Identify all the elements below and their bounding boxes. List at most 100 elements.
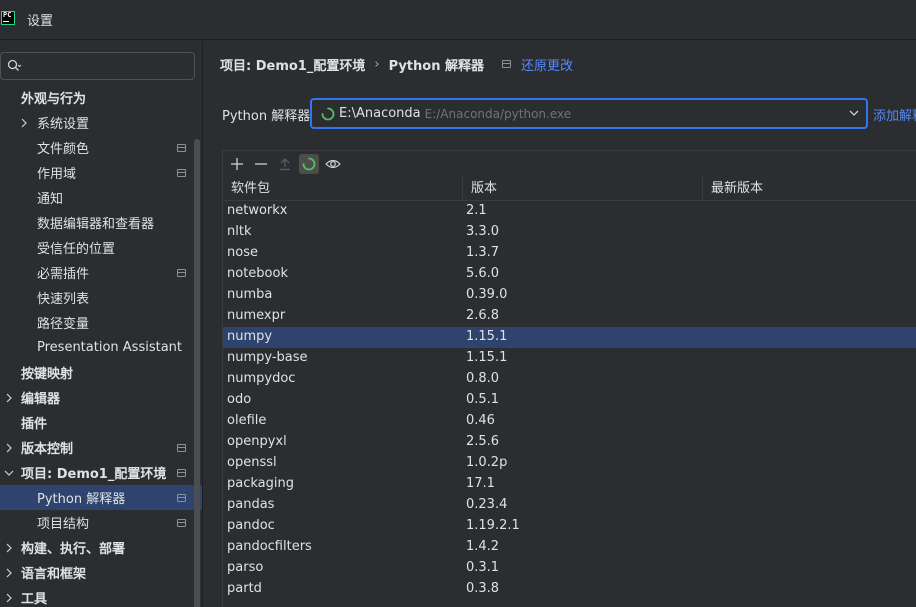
sidebar-item[interactable]: 版本控制 [0,435,202,460]
table-row[interactable]: nltk 3.3.0 [223,222,916,243]
sidebar-item[interactable]: 作用域 [0,160,202,185]
chevron-right-icon[interactable] [4,443,14,453]
sidebar-item[interactable]: 按键映射 [0,360,202,385]
sidebar-item[interactable]: 构建、执行、部署 [0,535,202,560]
package-name: openpyxl [227,434,287,449]
packages-toolbar [223,151,916,176]
plus-icon [231,157,243,170]
sidebar-item[interactable]: 项目: Demo1_配置环境 [0,460,202,485]
table-row[interactable]: pandocfilters 1.4.2 [223,537,916,558]
package-version: 0.23.4 [466,497,508,512]
project-scope-icon [502,60,511,68]
column-header-version[interactable]: 版本 [462,177,701,201]
sidebar-item[interactable]: 数据编辑器和查看器 [0,210,202,235]
package-version: 0.3.1 [466,560,500,575]
table-row[interactable]: numpy-base 1.15.1 [223,348,916,369]
settings-sidebar: 外观与行为系统设置文件颜色作用域通知 数据编辑器和查看器受信任的位置必需插件 快速列… [0,41,203,607]
settings-search-input[interactable] [0,52,195,80]
packages-table-header: 软件包 版本 最新版本 [223,177,916,201]
chevron-down-icon[interactable] [4,468,14,478]
pycharm-logo-icon: PC [1,10,15,25]
packages-panel: 软件包 版本 最新版本 networkx 2.1 nltk 3.3.0 nose 1.3.… [222,150,916,607]
add-interpreter-link[interactable]: 添加解释器 [873,105,916,124]
project-scope-icon [177,268,186,277]
loading-spinner-icon [321,107,335,120]
project-scope-icon [177,468,186,477]
sidebar-item[interactable]: 受信任的位置 [0,235,202,260]
package-version: 2.5.6 [466,434,500,449]
show-early-releases-button[interactable] [323,154,343,174]
remove-package-button[interactable] [251,154,271,174]
sidebar-item-label: 项目结构 [37,517,90,532]
reset-changes-link[interactable]: 还原更改 [521,55,573,74]
sidebar-item-label: 项目: Demo1_配置环境 [21,467,167,482]
package-name: notebook [227,266,288,281]
interpreter-label: Python 解释器: [222,109,315,124]
chevron-right-icon[interactable] [19,118,29,128]
table-row[interactable]: numpy 1.15.1 [223,327,916,348]
package-version: 0.3.8 [466,581,500,596]
sidebar-item-label: 文件颜色 [37,142,90,157]
upgrade-package-button[interactable] [275,154,295,174]
interpreter-select[interactable]: E:\Anaconda E:/Anaconda/python.exe [310,98,868,129]
sidebar-item[interactable]: 路径变量 [0,310,202,335]
column-header-package[interactable]: 软件包 [223,177,461,201]
sidebar-item-label: 版本控制 [21,442,74,457]
loading-spinner-icon [302,157,316,170]
table-row[interactable]: openpyxl 2.5.6 [223,432,916,453]
sidebar-item-label: 工具 [21,592,48,607]
table-row[interactable]: packaging 17.1 [223,474,916,495]
sidebar-item[interactable]: Presentation Assistant [0,335,202,360]
package-name: nltk [227,224,252,239]
chevron-right-icon[interactable] [4,593,14,603]
package-name: partd [227,581,262,596]
table-row[interactable]: numexpr 2.6.8 [223,306,916,327]
sidebar-item[interactable]: Python 解释器 [0,485,202,510]
sidebar-item[interactable]: 文件颜色 [0,135,202,160]
package-version: 1.4.2 [466,539,500,554]
breadcrumb-separator: › [374,56,380,72]
sidebar-scrollbar[interactable] [194,139,200,607]
package-name: networkx [227,203,288,218]
table-row[interactable]: olefile 0.46 [223,411,916,432]
sidebar-item[interactable]: 语言和框架 [0,560,202,585]
sidebar-item-label: Presentation Assistant [37,340,182,355]
sidebar-item[interactable]: 通知 [0,185,202,210]
package-name: packaging [227,476,294,491]
package-name: nose [227,245,258,260]
sidebar-item[interactable]: 项目结构 [0,510,202,535]
chevron-right-icon[interactable] [4,393,14,403]
table-row[interactable]: numba 0.39.0 [223,285,916,306]
table-row[interactable]: pandoc 1.19.2.1 [223,516,916,537]
table-row[interactable]: openssl 1.0.2p [223,453,916,474]
package-name: pandoc [227,518,275,533]
table-row[interactable]: nose 1.3.7 [223,243,916,264]
column-header-latest-version[interactable]: 最新版本 [702,177,916,201]
sidebar-item-label: 编辑器 [21,392,61,407]
chevron-right-icon[interactable] [4,568,14,578]
table-row[interactable]: pandas 0.23.4 [223,495,916,516]
table-row[interactable]: odo 0.5.1 [223,390,916,411]
refresh-packages-button[interactable] [299,153,319,174]
breadcrumb-project[interactable]: 项目: Demo1_配置环境 [220,55,365,74]
package-name: numexpr [227,308,286,323]
table-row[interactable]: partd 0.3.8 [223,579,916,600]
sidebar-item-label: 作用域 [37,167,77,182]
sidebar-item[interactable]: 必需插件 [0,260,202,285]
sidebar-item-label: 受信任的位置 [37,242,116,257]
sidebar-item[interactable]: 编辑器 [0,385,202,410]
table-row[interactable]: parso 0.3.1 [223,558,916,579]
table-row[interactable]: notebook 5.6.0 [223,264,916,285]
package-version: 0.39.0 [466,287,508,302]
sidebar-item[interactable]: 插件 [0,410,202,435]
sidebar-item[interactable]: 外观与行为 [0,85,202,110]
sidebar-item[interactable]: 系统设置 [0,110,202,135]
add-package-button[interactable] [227,154,247,174]
table-row[interactable]: networkx 2.1 [223,201,916,222]
window-title: 设置 [27,14,54,29]
sidebar-item-label: 系统设置 [37,117,90,132]
table-row[interactable]: numpydoc 0.8.0 [223,369,916,390]
sidebar-item[interactable]: 工具 [0,585,202,607]
sidebar-item[interactable]: 快速列表 [0,285,202,310]
chevron-right-icon[interactable] [4,543,14,553]
